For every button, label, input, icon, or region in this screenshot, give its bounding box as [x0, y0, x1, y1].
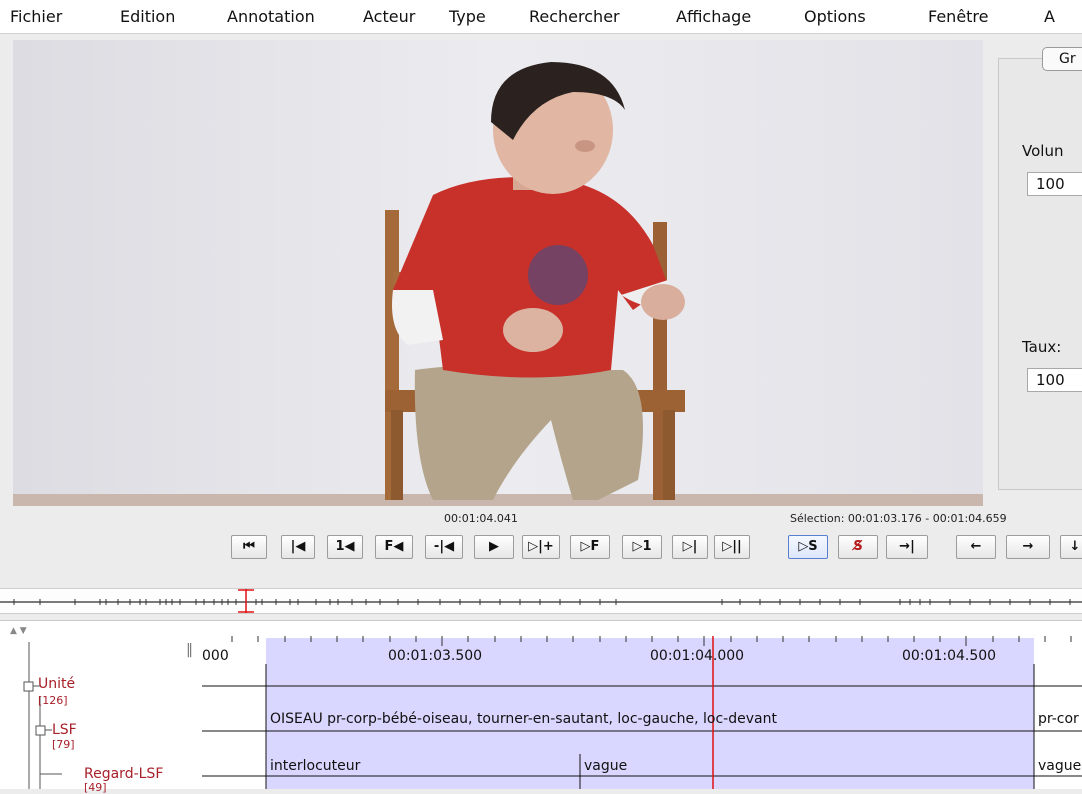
- ruler-label-04500: 00:01:04.500: [902, 648, 997, 664]
- next-scroll-button[interactable]: ▷|: [672, 535, 708, 559]
- menu-edition[interactable]: Edition: [120, 7, 175, 26]
- tier-count-lsf: [79]: [52, 738, 75, 751]
- selection-range: Sélection: 00:01:03.176 - 00:01:04.659: [790, 512, 1007, 525]
- go-to-end-button[interactable]: ▷||: [714, 535, 750, 559]
- current-time: 00:01:04.041: [444, 512, 518, 525]
- menu-fichier[interactable]: Fichier: [10, 7, 62, 26]
- next-field-button[interactable]: ▷F: [570, 535, 610, 559]
- menu-affichage[interactable]: Affichage: [676, 7, 751, 26]
- media-controls-panel: [998, 58, 1082, 490]
- menu-bar: Fichier Edition Annotation Acteur Type R…: [0, 0, 1082, 34]
- tab-graphics[interactable]: Gr: [1042, 47, 1082, 71]
- menu-annotation[interactable]: Annotation: [227, 7, 315, 26]
- timeline-overview[interactable]: [0, 588, 1082, 614]
- next-frame-button[interactable]: ▷1: [622, 535, 662, 559]
- annotation-regard-vague[interactable]: vague: [584, 758, 627, 774]
- clear-selection-button[interactable]: S̸: [838, 535, 878, 559]
- play-selection-button[interactable]: ▷S: [788, 535, 828, 559]
- move-left-button[interactable]: ←: [956, 535, 996, 559]
- rate-label: Taux:: [1022, 338, 1062, 356]
- tier-name-regard-lsf[interactable]: Regard-LSF: [84, 766, 163, 782]
- next-ms-button[interactable]: ▷|+: [522, 535, 560, 559]
- previous-ms-button[interactable]: -|◀: [425, 535, 463, 559]
- annotation-regard-interlocuteur[interactable]: interlocuteur: [270, 758, 360, 774]
- move-right-button[interactable]: →: [1006, 535, 1050, 559]
- ruler-label-03500: 00:01:03.500: [388, 648, 483, 664]
- previous-frame-button[interactable]: 1◀: [327, 535, 363, 559]
- play-button[interactable]: ▶: [474, 535, 514, 559]
- tier-name-unite[interactable]: Unité: [38, 676, 75, 692]
- menu-type[interactable]: Type: [449, 7, 486, 26]
- go-to-selection-end-button[interactable]: →|: [886, 535, 928, 559]
- video-viewer[interactable]: [13, 40, 983, 506]
- menu-acteur[interactable]: Acteur: [363, 7, 415, 26]
- menu-options[interactable]: Options: [804, 7, 866, 26]
- overview-ticks: [0, 589, 1082, 613]
- previous-scroll-button[interactable]: |◀: [281, 535, 315, 559]
- tier-count-regard-lsf: [49]: [84, 781, 107, 794]
- video-frame-illustration: [385, 62, 685, 500]
- ruler-label-start: 000: [202, 648, 229, 664]
- go-to-begin-button[interactable]: ⏮: [231, 535, 267, 559]
- annotation-regard-vague-next[interactable]: vague: [1038, 758, 1081, 774]
- tier-count-unite: [126]: [38, 694, 68, 707]
- previous-field-button[interactable]: F◀: [375, 535, 413, 559]
- volume-label: Volun: [1022, 142, 1064, 160]
- collapse-arrows-icon[interactable]: ▲ ▼: [10, 626, 27, 636]
- annotation-lsf-main[interactable]: OISEAU pr-corp-bébé-oiseau, tourner-en-s…: [270, 711, 777, 727]
- ruler-label-04000: 00:01:04.000: [650, 648, 745, 664]
- annotation-lsf-next[interactable]: pr-cor: [1038, 711, 1079, 727]
- menu-rechercher[interactable]: Rechercher: [529, 7, 620, 26]
- rate-field[interactable]: 100: [1027, 368, 1082, 392]
- volume-field[interactable]: 100: [1027, 172, 1082, 196]
- tier-name-lsf[interactable]: LSF: [52, 722, 77, 738]
- menu-fenetre[interactable]: Fenêtre: [928, 7, 989, 26]
- menu-aide[interactable]: A: [1044, 7, 1055, 26]
- move-down-button[interactable]: ↓: [1060, 535, 1082, 559]
